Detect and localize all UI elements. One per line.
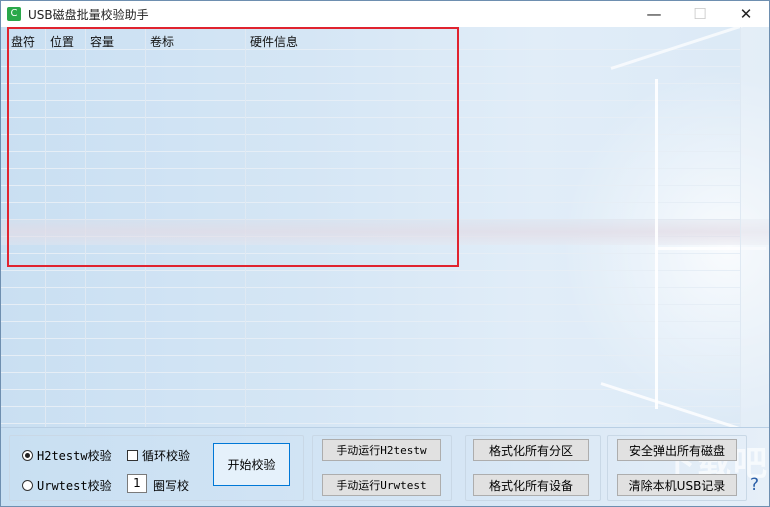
format-devices-button[interactable]: 格式化所有设备 (473, 474, 589, 496)
clear-usb-records-button[interactable]: 清除本机USB记录 (617, 474, 737, 496)
close-button[interactable]: ✕ (723, 1, 769, 27)
manual-run-group: 手动运行H2testw 手动运行Urwtest (312, 435, 452, 501)
grid-row-line (1, 423, 741, 424)
title-bar: C USB磁盘批量校验助手 — ☐ ✕ (1, 1, 769, 27)
control-panel: 下载吧 H2testw校验 Urwtest校验 循环校验 1 圈写校 开始校验 … (1, 427, 769, 506)
eject-all-button[interactable]: 安全弹出所有磁盘 (617, 439, 737, 461)
help-icon[interactable]: ? (750, 475, 759, 495)
manual-run-h2testw-button[interactable]: 手动运行H2testw (322, 439, 441, 461)
checkbox-icon (127, 450, 138, 461)
loop-check-checkbox[interactable]: 循环校验 (127, 447, 190, 464)
format-partitions-button[interactable]: 格式化所有分区 (473, 439, 589, 461)
radio-h2testw[interactable]: H2testw校验 (22, 447, 112, 464)
format-group: 格式化所有分区 格式化所有设备 (465, 435, 601, 501)
highlight-box (7, 27, 459, 267)
scrollbar-track[interactable] (740, 27, 769, 427)
grid-row-line (1, 355, 741, 356)
radio-urwtest-label: Urwtest校验 (37, 479, 112, 493)
grid-row-line (1, 406, 741, 407)
grid-row-line (1, 287, 741, 288)
background-pane (655, 79, 658, 409)
radio-h2testw-label: H2testw校验 (37, 449, 112, 463)
grid-row-line (1, 389, 741, 390)
grid-row-line (1, 321, 741, 322)
mode-group: H2testw校验 Urwtest校验 循环校验 1 圈写校 开始校验 (9, 435, 304, 501)
radio-urwtest[interactable]: Urwtest校验 (22, 477, 112, 494)
radio-unchecked-icon (22, 480, 33, 491)
app-window: C USB磁盘批量校验助手 — ☐ ✕ 盘符 位置 容量 卷标 硬件信息 下载吧 (0, 0, 770, 507)
loop-check-label: 循环校验 (142, 449, 191, 463)
window-controls: — ☐ ✕ (631, 1, 769, 27)
maximize-button[interactable]: ☐ (677, 1, 723, 27)
start-check-button[interactable]: 开始校验 (213, 443, 290, 486)
grid-row-line (1, 338, 741, 339)
grid-row-line (1, 372, 741, 373)
minimize-button[interactable]: — (631, 1, 677, 27)
rounds-label: 圈写校 (153, 479, 190, 493)
app-icon: C (7, 7, 21, 21)
disk-list[interactable]: 盘符 位置 容量 卷标 硬件信息 (1, 27, 769, 427)
radio-checked-icon (22, 450, 33, 461)
window-title: USB磁盘批量校验助手 (28, 7, 149, 22)
grid-row-line (1, 270, 741, 271)
grid-row-line (1, 304, 741, 305)
device-group: 安全弹出所有磁盘 清除本机USB记录 (607, 435, 747, 501)
manual-run-urwtest-button[interactable]: 手动运行Urwtest (322, 474, 441, 496)
rounds-input[interactable]: 1 (127, 474, 147, 493)
